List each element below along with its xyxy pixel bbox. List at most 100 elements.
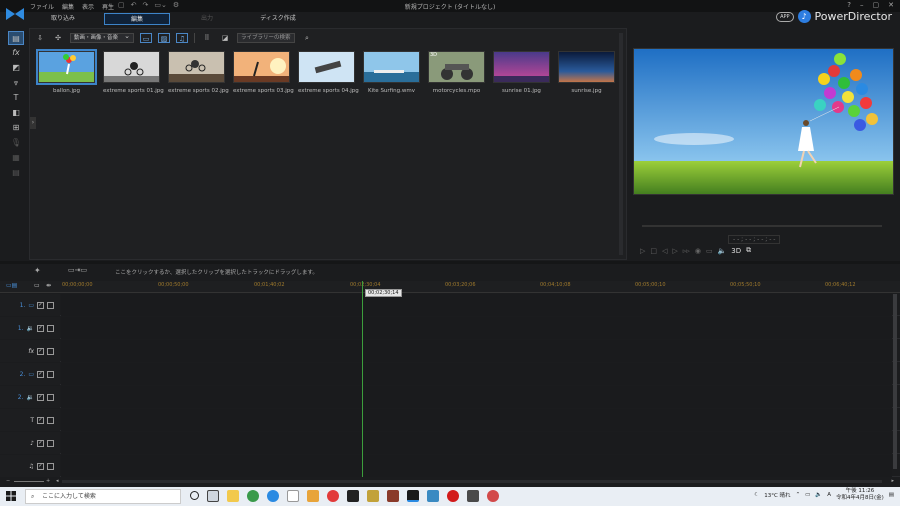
track-enable-checkbox[interactable]: ✓	[37, 324, 44, 332]
media-item[interactable]: extreme sports 02.jpg	[168, 51, 229, 94]
media-item[interactable]: 3D motorcycles.mpo	[428, 51, 485, 94]
media-item[interactable]: extreme sports 01.jpg	[103, 51, 164, 94]
app-icon[interactable]	[427, 490, 439, 502]
app-icon[interactable]	[327, 490, 339, 502]
track-lane[interactable]	[61, 386, 892, 408]
windows-start-icon[interactable]	[6, 491, 16, 501]
weather-text[interactable]: 13°C 晴れ	[764, 491, 790, 499]
edit-tools-icon[interactable]: ▭⇥▭	[68, 266, 87, 274]
track-lane[interactable]	[61, 317, 892, 339]
undock-preview-icon[interactable]: ⧉	[746, 246, 751, 255]
track-lane[interactable]	[61, 294, 892, 316]
lock-icon[interactable]	[47, 439, 54, 447]
help-icon[interactable]: ?	[847, 1, 851, 9]
lock-icon[interactable]	[47, 324, 54, 332]
maximize-icon[interactable]: ▢	[873, 1, 880, 9]
media-item[interactable]: extreme sports 04.jpg	[298, 51, 359, 94]
media-item[interactable]: ballon.jpg	[36, 49, 97, 94]
play-icon[interactable]: ▷	[640, 247, 645, 255]
zoom-slider[interactable]	[14, 481, 44, 482]
volume-icon[interactable]: 🔈	[718, 247, 727, 255]
app-icon[interactable]	[467, 490, 479, 502]
image-filter-icon[interactable]: ▨	[158, 33, 170, 43]
lock-icon[interactable]	[47, 462, 54, 470]
fx-room-icon[interactable]: fx	[8, 46, 24, 60]
scroll-left-icon[interactable]: ◂	[56, 478, 59, 484]
lock-icon[interactable]	[47, 301, 54, 309]
import-media-icon[interactable]: ⇩	[34, 33, 46, 43]
thumbnail-size-icon[interactable]: ◪	[219, 33, 231, 43]
media-item[interactable]: extreme sports 03.jpg	[233, 51, 294, 94]
track-lane[interactable]	[61, 363, 892, 385]
timeline-scrollbar[interactable]	[893, 294, 897, 469]
close-icon[interactable]: ✕	[888, 1, 894, 9]
media-item[interactable]: sunrise 01.jpg	[493, 51, 550, 94]
particle-room-icon[interactable]: ⩔	[8, 76, 24, 90]
track-enable-checkbox[interactable]: ✓	[37, 347, 44, 355]
zoom-out-icon[interactable]: −	[6, 478, 10, 484]
next-frame-icon[interactable]: ▷	[672, 247, 677, 255]
track-lane[interactable]	[61, 409, 892, 431]
lock-icon[interactable]	[47, 370, 54, 378]
media-type-filter[interactable]: 動画・画像・音楽	[70, 32, 134, 43]
display-mode-icon[interactable]: ▭	[706, 247, 713, 255]
timeline-horizontal-scrollbar[interactable]	[62, 480, 882, 483]
hidden-icons-chevron-icon[interactable]: ⌃	[796, 492, 801, 498]
zoom-in-icon[interactable]: +	[46, 478, 50, 484]
tab-produce[interactable]: 出力	[182, 13, 232, 25]
timeline-ruler[interactable]: ▭▤ ▭ ⇹ 00;00;00;00 00;00;50;00 00;01;40;…	[0, 281, 900, 293]
library-scrollbar[interactable]	[619, 33, 623, 255]
notepad-icon[interactable]	[287, 490, 299, 502]
app-icon[interactable]	[347, 490, 359, 502]
transition-room-icon[interactable]: ◧	[8, 106, 24, 120]
voice-over-icon[interactable]: 🎙	[8, 136, 24, 150]
chrome-icon[interactable]	[247, 490, 259, 502]
file-explorer-icon[interactable]	[227, 490, 239, 502]
taskbar-search-input[interactable]: ⌕ ここに入力して検索	[25, 489, 181, 504]
stop-icon[interactable]: □	[650, 247, 657, 255]
app-icon[interactable]	[387, 490, 399, 502]
title-room-icon[interactable]: T	[8, 91, 24, 105]
taskbar-clock[interactable]: 午後 11:26 令和4年4月8日(金)	[836, 488, 884, 502]
tab-create-disc[interactable]: ディスク作成	[250, 13, 306, 25]
app-icon[interactable]	[307, 490, 319, 502]
lock-icon[interactable]	[47, 393, 54, 401]
tab-capture[interactable]: 取り込み	[38, 13, 88, 25]
timeline-playhead[interactable]	[362, 281, 363, 477]
app-button[interactable]: APP	[776, 11, 794, 22]
video-filter-icon[interactable]: ▭	[140, 33, 152, 43]
lock-icon[interactable]	[47, 416, 54, 424]
search-icon[interactable]: ⌕	[301, 33, 313, 43]
minimize-icon[interactable]: –	[860, 1, 864, 9]
audio-filter-icon[interactable]: ♫	[176, 33, 188, 43]
expand-panel-icon[interactable]: ›	[30, 117, 36, 129]
track-enable-checkbox[interactable]: ✓	[37, 370, 44, 378]
track-lane[interactable]	[61, 432, 892, 454]
network-icon[interactable]: ▭	[805, 492, 810, 498]
track-lane[interactable]	[61, 455, 892, 477]
preview-seek-slider[interactable]	[642, 225, 882, 227]
audio-mixing-room-icon[interactable]: ⊞	[8, 121, 24, 135]
previous-frame-icon[interactable]: ◁	[662, 247, 667, 255]
library-search-input[interactable]: ライブラリーの検索	[237, 33, 295, 43]
tab-edit[interactable]: 編集	[104, 13, 170, 25]
media-item[interactable]: sunrise.jpg	[558, 51, 615, 94]
lock-icon[interactable]	[47, 347, 54, 355]
track-lane[interactable]	[61, 340, 892, 362]
chapter-room-icon[interactable]: ▦	[8, 151, 24, 165]
3d-mode-button[interactable]: 3D	[731, 247, 741, 255]
powerdirector-taskbar-icon[interactable]	[407, 490, 419, 502]
grid-view-icon[interactable]: ⠿	[201, 33, 213, 43]
track-enable-checkbox[interactable]: ✓	[37, 462, 44, 470]
task-view-icon[interactable]	[207, 490, 219, 502]
media-item[interactable]: Kite Surfing.wmv	[363, 51, 420, 94]
record-icon[interactable]	[447, 490, 459, 502]
notifications-icon[interactable]: ▤	[889, 492, 894, 498]
cortana-icon[interactable]	[190, 491, 199, 500]
app-icon[interactable]	[367, 490, 379, 502]
track-enable-checkbox[interactable]: ✓	[37, 393, 44, 401]
track-manager-icon[interactable]: ▭▤	[6, 282, 17, 289]
snapshot-icon[interactable]: ◉	[695, 247, 701, 255]
fit-timeline-icon[interactable]: ⇹	[46, 282, 51, 289]
pip-room-icon[interactable]: ◩	[8, 61, 24, 75]
